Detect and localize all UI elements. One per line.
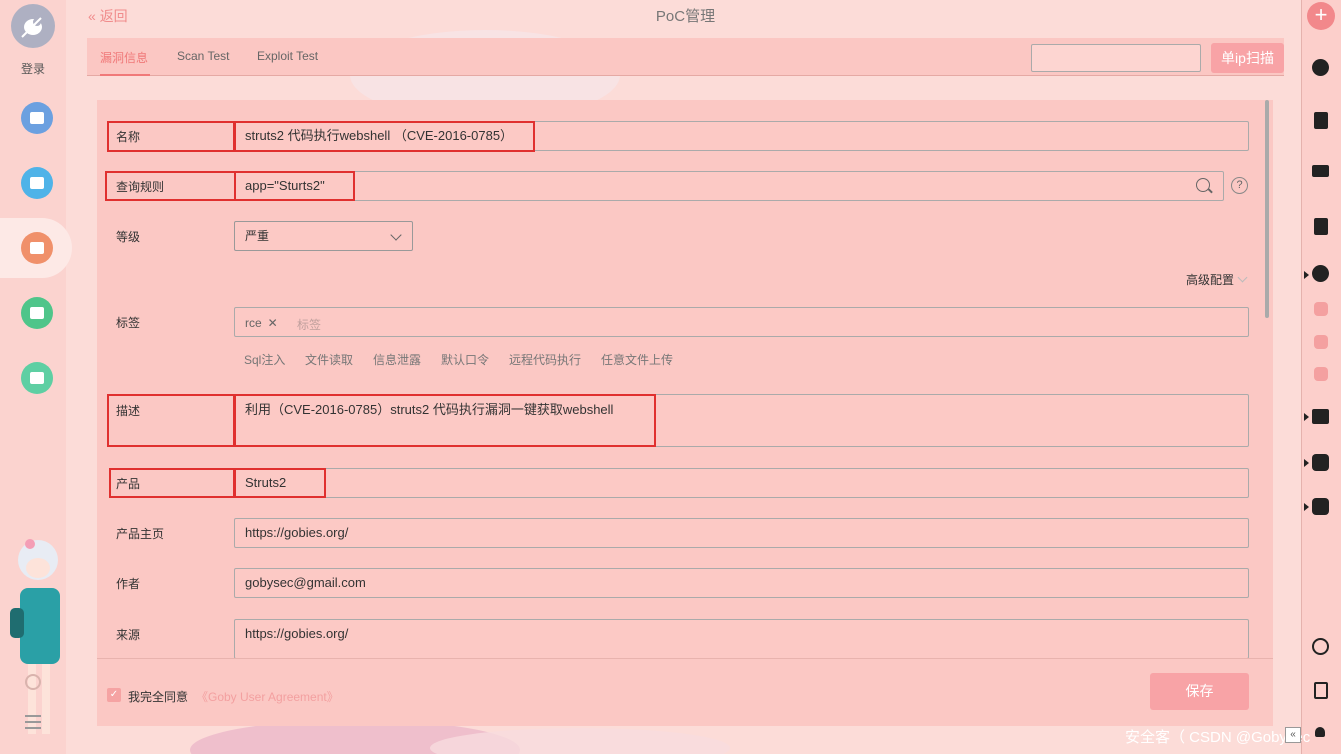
ip-scan-input[interactable] (1031, 44, 1201, 72)
refresh-icon[interactable] (1312, 638, 1329, 655)
menu-icon[interactable] (25, 715, 41, 733)
save-icon[interactable] (1314, 112, 1328, 129)
homepage-label: 产品主页 (116, 527, 165, 541)
add-icon[interactable]: + (1307, 2, 1335, 30)
chevron-down-icon (390, 229, 402, 241)
puzzle-settings-icon[interactable] (1312, 498, 1329, 515)
author-label: 作者 (116, 577, 141, 591)
sidebar-item-scan[interactable] (21, 102, 53, 134)
caret-icon (1304, 271, 1309, 279)
collapse-icon[interactable]: « (1285, 727, 1301, 743)
product-field[interactable]: Struts2 (234, 468, 1249, 498)
highlight-box (234, 468, 326, 498)
page-title: PoC管理 (655, 8, 716, 25)
tag-suggestion[interactable]: 文件读取 (305, 351, 353, 368)
clock-icon[interactable] (1312, 59, 1329, 76)
active-tab-indicator (100, 74, 150, 76)
help-icon[interactable]: ? (1231, 177, 1248, 194)
agree-label: 我完全同意 (128, 690, 189, 704)
tags-field[interactable] (234, 307, 1249, 337)
tab-vuln-info[interactable]: 漏洞信息 (100, 49, 148, 66)
tab-scan-test[interactable]: Scan Test (177, 49, 229, 63)
sidebar-item-vulnerabilities[interactable] (21, 232, 53, 264)
report-icon[interactable] (1314, 682, 1328, 699)
highlight-box (234, 394, 656, 447)
close-icon[interactable]: ✕ (268, 316, 278, 330)
tag-suggestion[interactable]: Sql注入 (244, 351, 285, 368)
highlight-box (107, 394, 235, 447)
plugin-icon[interactable] (1314, 367, 1328, 381)
level-value: 严重 (245, 229, 270, 243)
single-ip-scan-button[interactable]: 单ip扫描 (1211, 43, 1284, 73)
tag-suggestion[interactable]: 任意文件上传 (601, 351, 673, 368)
tag-suggestion[interactable]: 信息泄露 (373, 351, 421, 368)
highlight-box (109, 468, 235, 498)
puzzle-icon[interactable] (1312, 454, 1329, 471)
caret-icon (1304, 459, 1309, 467)
tag-suggestion[interactable]: 默认口令 (441, 351, 489, 368)
bug-icon (30, 242, 44, 254)
sidebar-item-assets[interactable] (21, 167, 53, 199)
highlight-box (105, 171, 236, 201)
agreement-link[interactable]: 《Goby User Agreement》 (196, 688, 339, 705)
advanced-config-toggle[interactable]: 高级配置 (1186, 271, 1234, 288)
chart-icon (30, 307, 44, 319)
monitor-icon[interactable] (1312, 165, 1329, 177)
homepage-field[interactable]: https://gobies.org/ (234, 518, 1249, 548)
plugin-icon[interactable] (1314, 302, 1328, 316)
highlight-box (107, 121, 235, 152)
tag-placeholder: 标签 (297, 318, 322, 332)
save-button[interactable]: 保存 (1150, 673, 1249, 710)
agree-checkbox[interactable]: ✓ (107, 688, 121, 702)
highlight-box (234, 171, 355, 201)
watermark: 安全客（ CSDN @Gobysec (1125, 729, 1311, 746)
list-icon (30, 177, 44, 189)
caret-icon (1304, 413, 1309, 421)
caret-icon (1304, 503, 1309, 511)
level-select[interactable]: 严重 (234, 221, 413, 251)
level-label: 等级 (116, 230, 141, 244)
bell-icon[interactable] (1315, 727, 1325, 737)
search-icon[interactable] (1196, 178, 1210, 192)
bug-icon[interactable] (1312, 265, 1329, 282)
sidebar-item-extensions[interactable] (21, 362, 53, 394)
source-label: 来源 (116, 628, 141, 642)
highlight-box (234, 121, 535, 152)
plugin-icon[interactable] (1314, 335, 1328, 349)
settings-gear-icon[interactable] (25, 674, 41, 690)
ip-icon[interactable] (1314, 218, 1328, 235)
tag-suggestion[interactable]: 远程代码执行 (509, 351, 581, 368)
tag-chip[interactable]: rce ✕ (245, 316, 278, 330)
scan-icon (30, 112, 44, 124)
chart-icon[interactable] (1312, 409, 1329, 424)
tags-label: 标签 (116, 316, 141, 330)
query-field[interactable]: app="Sturts2" (234, 171, 1224, 201)
scrollbar[interactable] (1265, 100, 1269, 318)
author-field[interactable]: gobysec@gmail.com (234, 568, 1249, 598)
tag-chip-label: rce (245, 316, 262, 330)
login-label[interactable]: 登录 (0, 60, 66, 77)
sidebar-item-report[interactable] (21, 297, 53, 329)
tab-exploit-test[interactable]: Exploit Test (257, 49, 318, 63)
puzzle-icon (30, 372, 44, 384)
source-field[interactable]: https://gobies.org/ (234, 619, 1249, 659)
